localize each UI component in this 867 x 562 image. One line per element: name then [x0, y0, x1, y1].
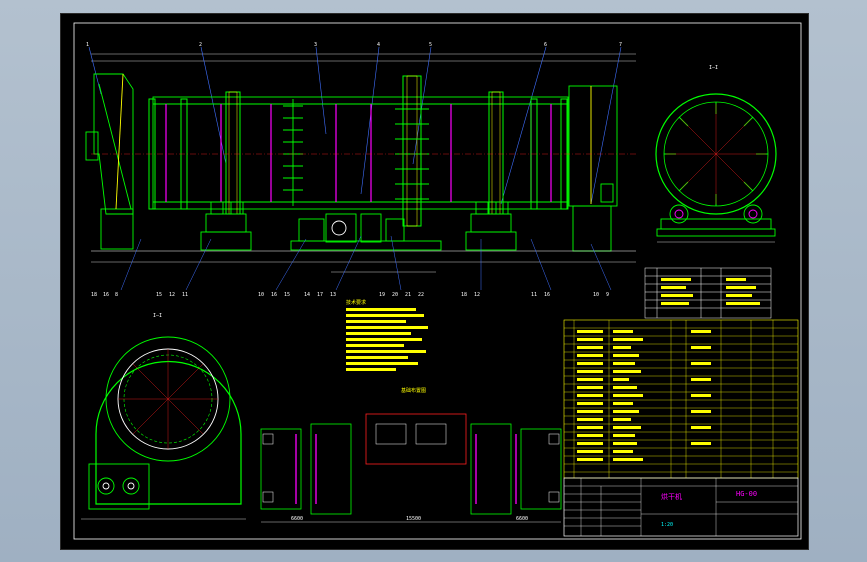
callout-8: 8	[115, 292, 118, 298]
callout-13: 13	[330, 292, 336, 298]
girth-gear[interactable]	[395, 75, 429, 227]
foundation-dim-right: 6600	[516, 516, 528, 522]
callout-11: 11	[182, 292, 188, 298]
callout-leaders	[88, 46, 622, 205]
feed-head-box[interactable]	[85, 73, 134, 250]
end-section-base[interactable]	[656, 204, 776, 237]
bottom-callout-labels: 18 16 8 15 12 11 10 16 15 14 17 13 19 20…	[91, 292, 609, 298]
main-elevation-view[interactable]: 1 2 3 4 5 6 7 18 16 8 15 12 11 10 16 15 …	[85, 42, 636, 298]
callout-22: 22	[418, 292, 424, 298]
title-block[interactable]: 烘干机 HG-00 1:20	[563, 477, 799, 537]
gear-housing-outer	[95, 360, 242, 505]
sheet-border	[73, 22, 802, 540]
callout-4: 4	[377, 42, 380, 48]
callout-12: 12	[169, 292, 175, 298]
drawing-viewport[interactable]: 1 2 3 4 5 6 7 18 16 8 15 12 11 10 16 15 …	[60, 13, 809, 550]
riding-tyres[interactable]	[225, 91, 504, 215]
callout-11b: 11	[531, 292, 537, 298]
callout-5: 5	[429, 42, 432, 48]
callout-16b: 16	[271, 292, 277, 298]
callout-16: 16	[103, 292, 109, 298]
specification-table[interactable]	[644, 267, 772, 319]
tech-notes-lines	[346, 308, 428, 371]
callout-15b: 15	[284, 292, 290, 298]
tech-notes-title: 技术要求	[346, 299, 366, 306]
parts-list-table[interactable]	[563, 319, 799, 479]
callout-21: 21	[405, 292, 411, 298]
callout-10b: 10	[593, 292, 599, 298]
cad-drawing-canvas[interactable]: 1 2 3 4 5 6 7 18 16 8 15 12 11 10 16 15 …	[61, 14, 808, 549]
callout-9: 9	[606, 292, 609, 298]
drive-assembly[interactable]	[290, 213, 442, 251]
callout-2: 2	[199, 42, 202, 48]
foundation-title: 基础布置图	[401, 387, 426, 394]
callout-14: 14	[304, 292, 310, 298]
drawing-number: HG-00	[736, 490, 757, 498]
callout-16c: 16	[544, 292, 550, 298]
callout-19: 19	[379, 292, 385, 298]
bottom-callout-leaders	[120, 235, 612, 291]
left-section-radial-lines	[118, 349, 218, 449]
foundation-dim-left: 6600	[291, 516, 303, 522]
technical-requirements-notes: 技术要求	[346, 299, 428, 371]
cad-application-window: 1 2 3 4 5 6 7 18 16 8 15 12 11 10 16 15 …	[0, 0, 867, 562]
callout-15: 15	[156, 292, 162, 298]
callout-20: 20	[392, 292, 398, 298]
callout-12b: 12	[474, 292, 480, 298]
pinion-gearbox[interactable]	[88, 463, 150, 510]
end-section-view-right[interactable]: I—I	[655, 65, 777, 243]
internal-flights	[283, 99, 303, 206]
end-section-view-left[interactable]: I—I	[81, 313, 246, 520]
drawing-title: 烘干机	[661, 492, 682, 501]
callout-17: 17	[317, 292, 323, 298]
foundation-dim-mid: 15500	[406, 516, 421, 522]
callout-10: 10	[258, 292, 264, 298]
end-section-radial-lines	[666, 104, 766, 204]
discharge-head-box[interactable]	[568, 85, 618, 252]
callout-7: 7	[619, 42, 622, 48]
section-label-right: I—I	[709, 65, 718, 71]
top-callout-labels: 1 2 3 4 5 6 7	[86, 42, 622, 48]
callout-18b: 18	[461, 292, 467, 298]
callout-18: 18	[91, 292, 97, 298]
drawing-scale-note: 1:20	[661, 522, 673, 528]
callout-3: 3	[314, 42, 317, 48]
foundation-layout-plan[interactable]: 基础布置图 6600 15500 6600	[260, 387, 562, 523]
callout-1: 1	[86, 42, 89, 48]
section-label-left: I—I	[153, 313, 162, 319]
callout-6: 6	[544, 42, 547, 48]
